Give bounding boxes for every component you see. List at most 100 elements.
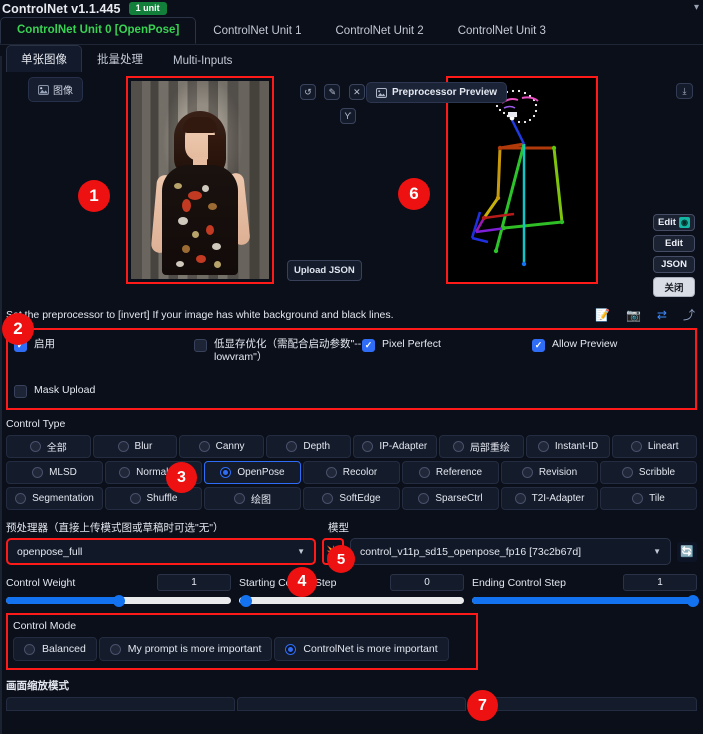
lowvram-checkbox[interactable]: 低显存优化（需配合启动参数"--lowvram"）	[194, 338, 362, 364]
starting-control-step-value[interactable]: 0	[390, 574, 464, 591]
resize-mode-option-2[interactable]	[237, 697, 466, 711]
canvas-tools-row2: ϒ	[340, 108, 369, 126]
model-dropdown[interactable]: control_v11p_sd15_openpose_fp16 [73c2b67…	[350, 538, 671, 565]
download-icon[interactable]: ⤓	[676, 83, 693, 99]
control-type-lineart[interactable]: Lineart	[612, 435, 697, 458]
control-mode-prompt-important[interactable]: My prompt is more important	[98, 637, 273, 661]
control-type-inpaint[interactable]: 局部重绘	[439, 435, 524, 458]
control-type-openpose-label: OpenPose	[237, 467, 285, 478]
control-type-grid: 全部 Blur Canny Depth IP-Adapter 局部重绘 Inst…	[6, 435, 697, 510]
tab-controlnet-unit-1[interactable]: ControlNet Unit 1	[196, 18, 318, 44]
preprocessor-preview-label: Preprocessor Preview	[392, 87, 498, 98]
control-type-sparsectrl[interactable]: SparseCtrl	[402, 487, 499, 510]
refresh-icon[interactable]: 🔄	[677, 541, 697, 562]
preprocessor-preview-tab[interactable]: Preprocessor Preview	[366, 82, 508, 103]
topbar: ControlNet v1.1.445 1 unit	[0, 0, 703, 17]
mask-upload-checkbox-box[interactable]	[14, 385, 27, 398]
ending-control-step-knob[interactable]	[686, 594, 699, 607]
json-button[interactable]: JSON	[653, 256, 695, 273]
lowvram-label: 低显存优化（需配合启动参数"--lowvram"）	[214, 338, 362, 364]
send-icon[interactable]: ⤴	[683, 309, 695, 321]
starting-control-step-knob[interactable]	[239, 594, 252, 607]
upload-json-button[interactable]: Upload JSON	[287, 260, 362, 281]
tab-controlnet-unit-2[interactable]: ControlNet Unit 2	[319, 18, 441, 44]
close-button[interactable]: 关闭	[653, 277, 695, 297]
model-label: 模型	[328, 522, 349, 534]
image-icon	[38, 84, 49, 95]
control-type-depth[interactable]: Depth	[265, 435, 351, 458]
resize-mode-label: 画面缩放模式	[6, 680, 69, 692]
control-mode-balanced[interactable]: Balanced	[13, 637, 97, 661]
chevron-down-icon[interactable]: ▼	[297, 547, 305, 556]
openpose-skeleton	[470, 89, 565, 267]
control-type-t2i-adapter[interactable]: T2I-Adapter	[501, 487, 598, 510]
preprocessor-dropdown[interactable]: openpose_full ▼	[6, 538, 316, 565]
control-type-all[interactable]: 全部	[6, 435, 91, 458]
control-type-segmentation[interactable]: Segmentation	[6, 487, 103, 510]
image-tab[interactable]: 图像	[28, 77, 83, 102]
control-type-tile[interactable]: Tile	[600, 487, 697, 510]
control-type-softedge[interactable]: SoftEdge	[303, 487, 400, 510]
chevron-down-icon[interactable]: ▼	[653, 547, 661, 556]
swap-icon[interactable]: ⇄	[657, 309, 667, 321]
pixel-perfect-checkbox-box[interactable]	[362, 339, 375, 352]
annotation-badge-7: 7	[467, 690, 498, 721]
control-type-recolor[interactable]: Recolor	[303, 461, 400, 484]
allow-preview-checkbox-box[interactable]	[532, 339, 545, 352]
edit-note-icon[interactable]: 📝	[595, 309, 610, 321]
pixel-perfect-checkbox[interactable]: Pixel Perfect	[362, 338, 532, 352]
ending-control-step-value[interactable]: 1	[623, 574, 697, 591]
unit-panel: 单张图像 批量处理 Multi-Inputs 图像 ↺ ✎ ✕ ϒ Prepro…	[6, 45, 697, 304]
annotation-badge-2: 2	[2, 313, 34, 345]
lowvram-checkbox-box[interactable]	[194, 339, 207, 352]
control-type-instant-id-label: Instant-ID	[554, 441, 599, 452]
control-weight-value[interactable]: 1	[157, 574, 231, 591]
control-mode-controlnet-important[interactable]: ControlNet is more important	[274, 637, 449, 661]
control-type-scribble[interactable]: Scribble	[600, 461, 697, 484]
control-type-sketch[interactable]: 绘图	[204, 487, 301, 510]
annotation-badge-5: 5	[327, 545, 355, 573]
undo-icon[interactable]: ↺	[300, 84, 316, 100]
canvas-tools: ↺ ✎ ✕ ϒ	[300, 84, 369, 126]
tab-controlnet-unit-3[interactable]: ControlNet Unit 3	[441, 18, 563, 44]
control-type-mlsd[interactable]: MLSD	[6, 461, 103, 484]
tab-multi-inputs[interactable]: Multi-Inputs	[158, 49, 247, 72]
control-weight-knob[interactable]	[112, 594, 125, 607]
allow-preview-checkbox[interactable]: Allow Preview	[532, 338, 617, 352]
resize-mode-option-3[interactable]	[468, 697, 697, 711]
chevron-down-icon[interactable]: ▾	[694, 2, 699, 13]
control-type-revision-label: Revision	[538, 467, 578, 478]
eraser-icon[interactable]: ✎	[324, 84, 341, 100]
resize-mode-option-1[interactable]	[6, 697, 235, 711]
starting-control-step-track[interactable]	[239, 594, 464, 607]
tab-batch[interactable]: 批量处理	[82, 45, 158, 72]
control-type-reference[interactable]: Reference	[402, 461, 499, 484]
ending-control-step-track[interactable]	[472, 594, 699, 607]
image-tab-label: 图像	[53, 86, 73, 97]
control-type-row-1: 全部 Blur Canny Depth IP-Adapter 局部重绘 Inst…	[6, 435, 697, 458]
clear-icon[interactable]: ✕	[348, 84, 365, 100]
control-weight-track[interactable]	[6, 594, 231, 607]
control-type-canny[interactable]: Canny	[179, 435, 264, 458]
enable-checkbox[interactable]: 启用	[14, 338, 194, 352]
brush-icon[interactable]: ϒ	[340, 108, 356, 124]
camera-icon[interactable]: 📷	[626, 309, 641, 321]
options-block: 启用 低显存优化（需配合启动参数"--lowvram"） Pixel Perfe…	[6, 328, 697, 410]
edit-button[interactable]: Edit	[653, 235, 695, 252]
preprocessor-preview-image[interactable]	[446, 76, 598, 284]
preprocessor-hint: Set the preprocessor to [invert] If your…	[6, 309, 394, 321]
control-type-row-3: Segmentation Shuffle 绘图 SoftEdge SparseC…	[6, 487, 697, 510]
tab-single-image[interactable]: 单张图像	[6, 45, 82, 72]
edit-openpose-button[interactable]: Edit ◉	[653, 214, 695, 231]
control-type-recolor-label: Recolor	[342, 467, 378, 478]
tab-controlnet-unit-0[interactable]: ControlNet Unit 0 [OpenPose]	[0, 17, 197, 44]
input-image-preview[interactable]	[126, 76, 274, 284]
control-type-mlsd-label: MLSD	[49, 467, 77, 478]
preprocessor-label: 预处理器（直接上传模式图或草稿时可选"无"）	[6, 522, 224, 534]
control-type-revision[interactable]: Revision	[501, 461, 598, 484]
control-type-blur[interactable]: Blur	[92, 435, 178, 458]
mask-upload-checkbox[interactable]: Mask Upload	[14, 384, 689, 398]
control-type-instant-id[interactable]: Instant-ID	[525, 435, 611, 458]
control-type-ip-adapter[interactable]: IP-Adapter	[352, 435, 438, 458]
control-type-openpose[interactable]: OpenPose	[204, 461, 301, 484]
